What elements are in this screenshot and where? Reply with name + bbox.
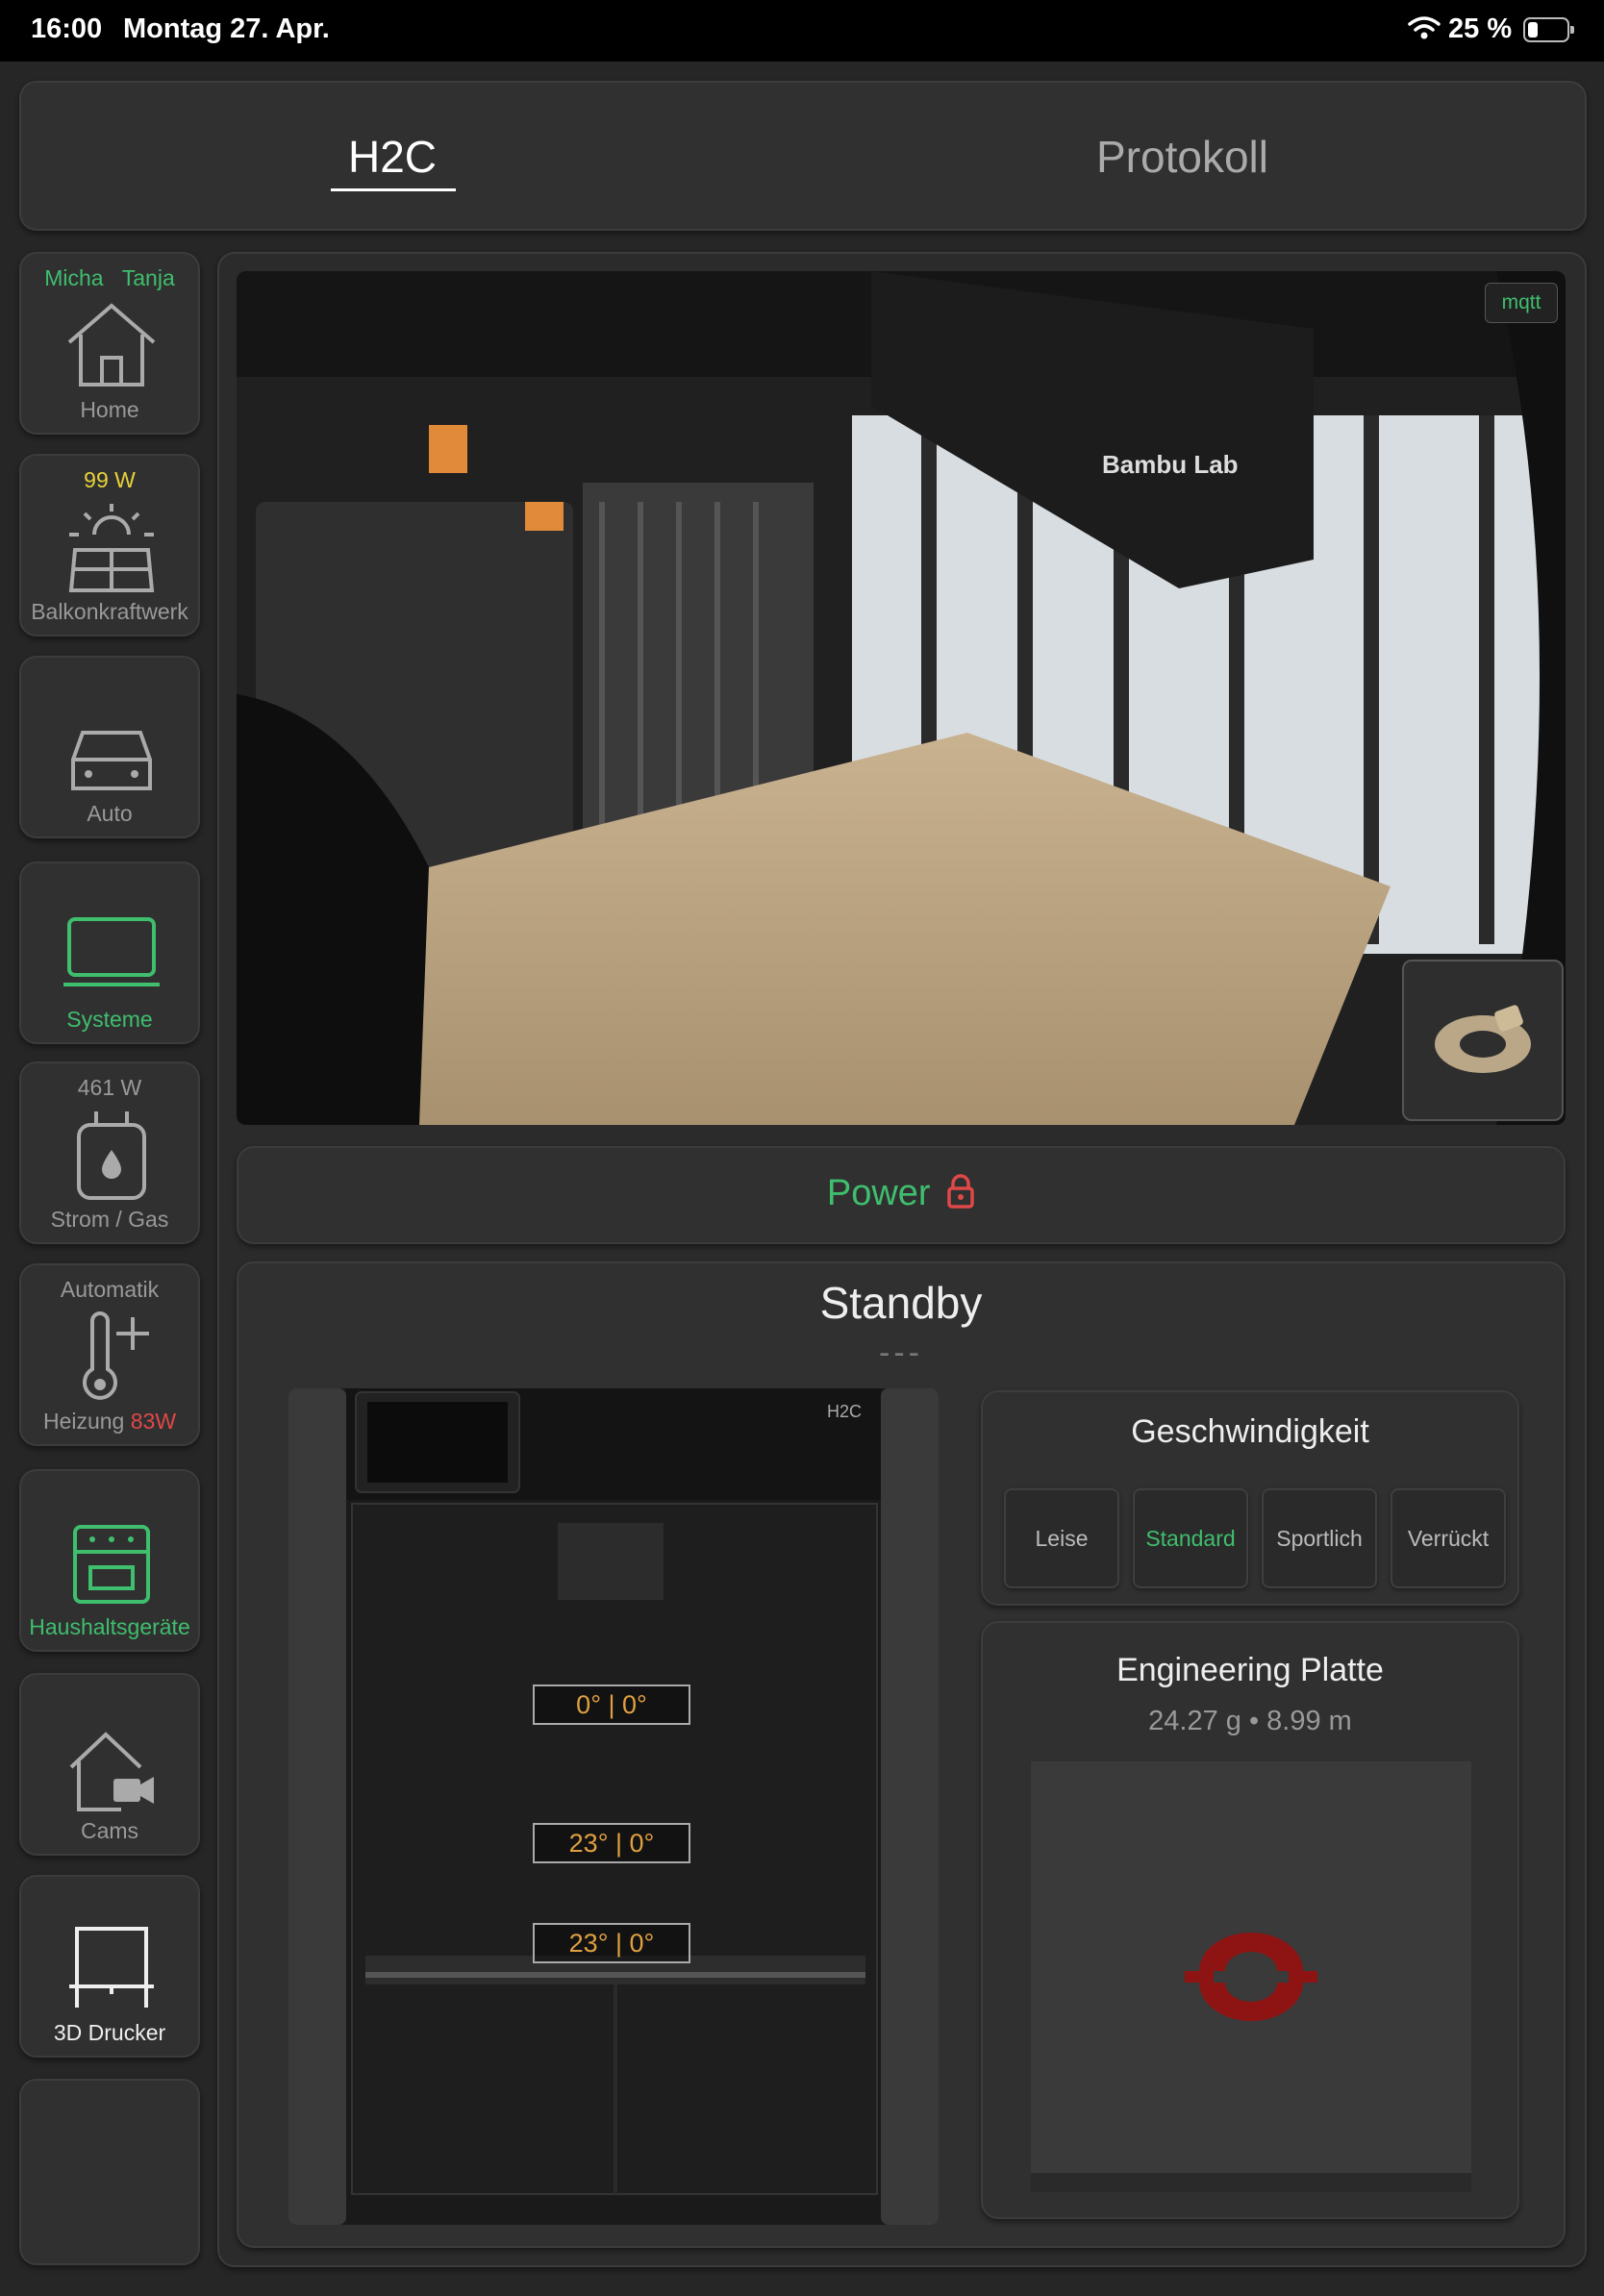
status-bar: 16:00 Montag 27. Apr. 25 % bbox=[0, 0, 1604, 62]
home-icon bbox=[67, 303, 156, 387]
tab-bar: H2C Protokoll bbox=[19, 81, 1587, 231]
thermometer-plus-icon bbox=[83, 1311, 149, 1400]
camera-feed[interactable]: Bambu Lab bbox=[237, 271, 1566, 1125]
printer-state: Standby bbox=[819, 1278, 983, 1328]
sidebar-label-heizung: Heizung 83W bbox=[42, 1409, 177, 1434]
svg-text:Bambu Lab: Bambu Lab bbox=[1102, 450, 1239, 479]
speed-card: Geschwindigkeit Leise Standard Sportlich… bbox=[981, 1390, 1519, 1606]
speed-option-standard[interactable]: Standard bbox=[1133, 1488, 1248, 1588]
model-thumbnail[interactable] bbox=[1402, 960, 1564, 1121]
power-button[interactable]: Power bbox=[237, 1146, 1566, 1244]
heating-power-value: 83W bbox=[130, 1409, 177, 1434]
status-time: 16:00 bbox=[31, 13, 103, 44]
sidebar-item-auto[interactable]: Auto bbox=[19, 656, 200, 838]
sidebar-item-home[interactable]: Micha Tanja Home bbox=[19, 252, 200, 435]
sidebar-item-heizung[interactable]: Automatik Heizung 83W bbox=[19, 1263, 200, 1446]
sidebar-label-home: Home bbox=[80, 397, 139, 422]
tab-protokoll[interactable]: Protokoll bbox=[1096, 131, 1268, 183]
car-icon bbox=[71, 731, 152, 790]
printer-image: H2C bbox=[288, 1388, 939, 2225]
sidebar-label-haushaltsgeraete: Haushaltsgeräte bbox=[29, 1614, 190, 1639]
laptop-icon bbox=[63, 917, 160, 986]
sidebar-item-3d-drucker[interactable]: 3D Drucker bbox=[19, 1875, 200, 2058]
sidebar-label-balkonkraftwerk: Balkonkraftwerk bbox=[31, 599, 188, 624]
speed-title: Geschwindigkeit bbox=[1131, 1413, 1369, 1450]
sidebar-label-3d-drucker: 3D Drucker bbox=[53, 2020, 166, 2045]
svg-text:H2C: H2C bbox=[827, 1402, 862, 1421]
meter-icon bbox=[77, 1111, 146, 1200]
speed-option-leise[interactable]: Leise bbox=[1004, 1488, 1119, 1588]
camera-image: Bambu Lab bbox=[237, 271, 1566, 1125]
nozzle-temp-label: 0° | 0° bbox=[533, 1685, 690, 1725]
clamp-part-icon bbox=[1435, 1005, 1531, 1073]
plate-title: Engineering Platte bbox=[1116, 1652, 1384, 1688]
home-camera-icon bbox=[69, 1732, 154, 1811]
speed-option-sportlich[interactable]: Sportlich bbox=[1262, 1488, 1377, 1588]
lock-icon bbox=[947, 1174, 974, 1209]
sidebar-item-systeme[interactable]: Systeme bbox=[19, 861, 200, 1044]
solar-panel-icon bbox=[68, 504, 155, 592]
printer-illustration: H2C bbox=[288, 1388, 939, 2225]
bambu-logo-icon bbox=[1031, 1761, 1471, 2192]
battery-percent: 25 % bbox=[1448, 13, 1513, 44]
chamber-temp-label: 23° | 0° bbox=[533, 1823, 690, 1863]
battery-icon bbox=[1523, 17, 1574, 42]
status-date: Montag 27. Apr. bbox=[123, 13, 330, 44]
power-consumption-value: 461 W bbox=[77, 1075, 142, 1100]
heating-mode: Automatik bbox=[60, 1277, 160, 1302]
oven-icon bbox=[73, 1525, 150, 1604]
bed-temp-label: 23° | 0° bbox=[533, 1923, 690, 1963]
plate-filament-usage: 24.27 g • 8.99 m bbox=[1148, 1706, 1352, 1736]
wifi-icon bbox=[1408, 16, 1441, 39]
build-plate-card: Engineering Platte 24.27 g • 8.99 m bbox=[981, 1621, 1519, 2219]
speed-option-verrueckt[interactable]: Verrückt bbox=[1391, 1488, 1506, 1588]
sidebar-item-cams[interactable]: Cams bbox=[19, 1673, 200, 1856]
sidebar-item-empty bbox=[19, 2079, 200, 2265]
sidebar-item-haushaltsgeraete[interactable]: Haushaltsgeräte bbox=[19, 1469, 200, 1652]
solar-power-value: 99 W bbox=[84, 467, 136, 492]
power-label: Power bbox=[238, 1173, 1564, 1214]
sidebar-label-systeme: Systeme bbox=[66, 1007, 153, 1032]
sidebar-label-strom-gas: Strom / Gas bbox=[50, 1207, 169, 1232]
sidebar-item-balkonkraftwerk[interactable]: 99 W Balkonkraftwerk bbox=[19, 454, 200, 636]
sidebar-item-strom-gas[interactable]: 461 W Strom / Gas bbox=[19, 1061, 200, 1244]
tab-active-indicator bbox=[331, 188, 456, 191]
tab-h2c[interactable]: H2C bbox=[348, 131, 437, 183]
sidebar-label-cams: Cams bbox=[80, 1818, 139, 1843]
presence-users: Micha Tanja bbox=[44, 265, 175, 290]
sidebar-label-auto: Auto bbox=[87, 801, 133, 826]
build-plate-image bbox=[1031, 1761, 1471, 2192]
printer-3d-icon bbox=[69, 1927, 154, 2008]
printer-progress: --- bbox=[879, 1335, 923, 1371]
mqtt-badge[interactable]: mqtt bbox=[1485, 283, 1558, 323]
